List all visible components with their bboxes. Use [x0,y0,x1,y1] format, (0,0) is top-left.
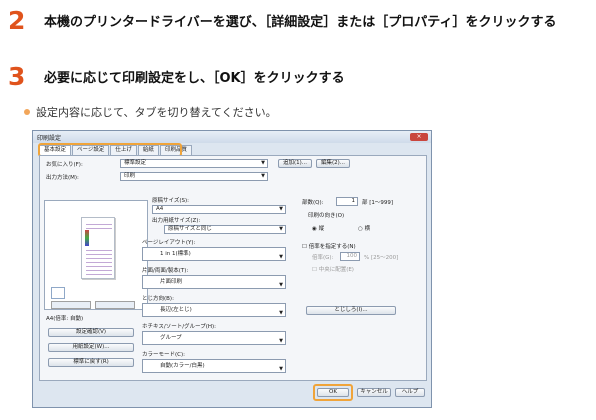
binding-select[interactable]: 長辺(左とじ) ▼ [142,303,286,317]
scale-range: % [25～200] [364,255,399,261]
layout-toggle[interactable] [95,301,135,309]
paper-size-value: A4 [156,206,164,212]
preview-pane [44,200,148,310]
print-settings-dialog: 印刷設定 × 基本設定 ページ設定 仕上げ 給紙 印刷品質 お気に入り(F): … [32,130,432,408]
ok-highlight [313,384,353,401]
preview-caption: A4(倍率: 自動) [46,316,84,322]
step-2-text: 本機のプリンタードライバーを選び、［詳細設定］または［プロパティ］をクリックする [44,15,557,30]
color-label: カラーモード(C): [142,352,185,358]
bullet-icon [24,109,30,115]
paper-size-label: 原稿サイズ(S): [152,198,189,204]
portrait-option[interactable]: ◉ 縦 [312,224,324,232]
dialog-titlebar: 印刷設定 × [33,131,431,143]
layout-label: ページレイアウト(Y): [142,240,196,246]
staple-label: ホチキス/ソート/グループ(H): [142,324,216,330]
portrait-label: 縦 [318,226,325,232]
chevron-down-icon: ▼ [279,366,283,372]
chevron-down-icon: ▼ [279,282,283,288]
color-value: 自動(カラー/白黒) [160,363,205,369]
chevron-down-icon: ▼ [279,338,283,344]
binding-label: とじ方向(B): [142,296,174,302]
output-paper-label: 出力用紙サイズ(Z): [152,218,201,224]
layout-value: 1 in 1(標準) [160,251,191,257]
output-value: 印刷 [124,173,136,179]
color-bar [85,230,89,246]
binding-value: 長辺(左とじ) [160,307,192,313]
confirm-settings-button[interactable]: 設定確認(V) [48,328,134,337]
step-2-number: 2 [8,6,26,35]
scale-label: 倍率を指定する(N) [308,244,356,250]
step-2: 2 本機のプリンタードライバーを選び、［詳細設定］または［プロパティ］をクリック… [8,6,556,35]
chevron-down-icon: ▼ [279,310,283,316]
step-3-text: 必要に応じて印刷設定をし、［OK］をクリックする [44,71,345,86]
copies-input[interactable]: 1 [336,197,358,206]
output-paper-value: 原稿サイズと同じ [168,226,212,232]
step-3: 3 必要に応じて印刷設定をし、［OK］をクリックする [8,62,345,91]
copies-range: 部 [1～999] [362,200,394,206]
favorites-select[interactable]: 標準設定 ▼ [120,159,268,168]
edit-button[interactable]: 編集(2)... [316,159,350,168]
chevron-down-icon: ▼ [279,226,283,232]
tab-panel: お気に入り(F): 標準設定 ▼ 追加(1)... 編集(2)... 出力方法(M… [39,155,427,381]
output-select[interactable]: 印刷 ▼ [120,172,268,181]
favorites-value: 標準設定 [124,160,147,166]
layout-select[interactable]: 1 in 1(標準) ▼ [142,247,286,261]
note-text: 設定内容に応じて、タブを切り替えてください。 [36,106,277,119]
color-select[interactable]: 自動(カラー/白黒) ▼ [142,359,286,373]
staple-select[interactable]: グループ ▼ [142,331,286,345]
note: 設定内容に応じて、タブを切り替えてください。 [24,104,277,120]
chevron-down-icon: ▼ [261,160,265,166]
favorites-label: お気に入り(F): [46,162,83,168]
copies-label: 部数(Q): [302,200,324,206]
paper-settings-button[interactable]: 用紙設定(W)... [48,343,134,352]
chevron-down-icon: ▼ [279,254,283,260]
scale-field-label: 倍率(G): [312,255,334,261]
staple-value: グループ [160,335,182,341]
view-toggle[interactable] [51,301,91,309]
output-paper-select[interactable]: 原稿サイズと同じ ▼ [164,225,286,234]
scale-input[interactable]: 100 [340,252,360,261]
orientation-label: 印刷の向き(O) [308,213,345,219]
cancel-button[interactable]: キャンセル [357,388,391,397]
paper-preview [81,217,115,279]
chevron-down-icon: ▼ [261,173,265,179]
output-label: 出力方法(M): [46,175,79,181]
output-icon [51,287,65,299]
center-label: 中央に配置(E) [318,267,354,273]
landscape-label: 横 [364,226,371,232]
scale-checkbox[interactable]: ☐ 倍率を指定する(N) [302,242,356,250]
duplex-label: 片面/両面/製本(T): [142,268,189,274]
dialog-title: 印刷設定 [37,134,62,142]
step-3-number: 3 [8,62,26,91]
binding-margin-button[interactable]: とじしろ(I)... [306,306,396,315]
landscape-option[interactable]: ○ 横 [358,224,370,232]
help-button[interactable]: ヘルプ [395,388,425,397]
duplex-value: 片面印刷 [160,279,183,285]
add-button[interactable]: 追加(1)... [278,159,312,168]
restore-defaults-button[interactable]: 標準に戻す(R) [48,358,134,367]
chevron-down-icon: ▼ [279,206,283,212]
paper-size-select[interactable]: A4 ▼ [152,205,286,214]
close-icon[interactable]: × [410,133,428,141]
duplex-select[interactable]: 片面印刷 ▼ [142,275,286,289]
center-checkbox[interactable]: ☐ 中央に配置(E) [312,265,354,273]
